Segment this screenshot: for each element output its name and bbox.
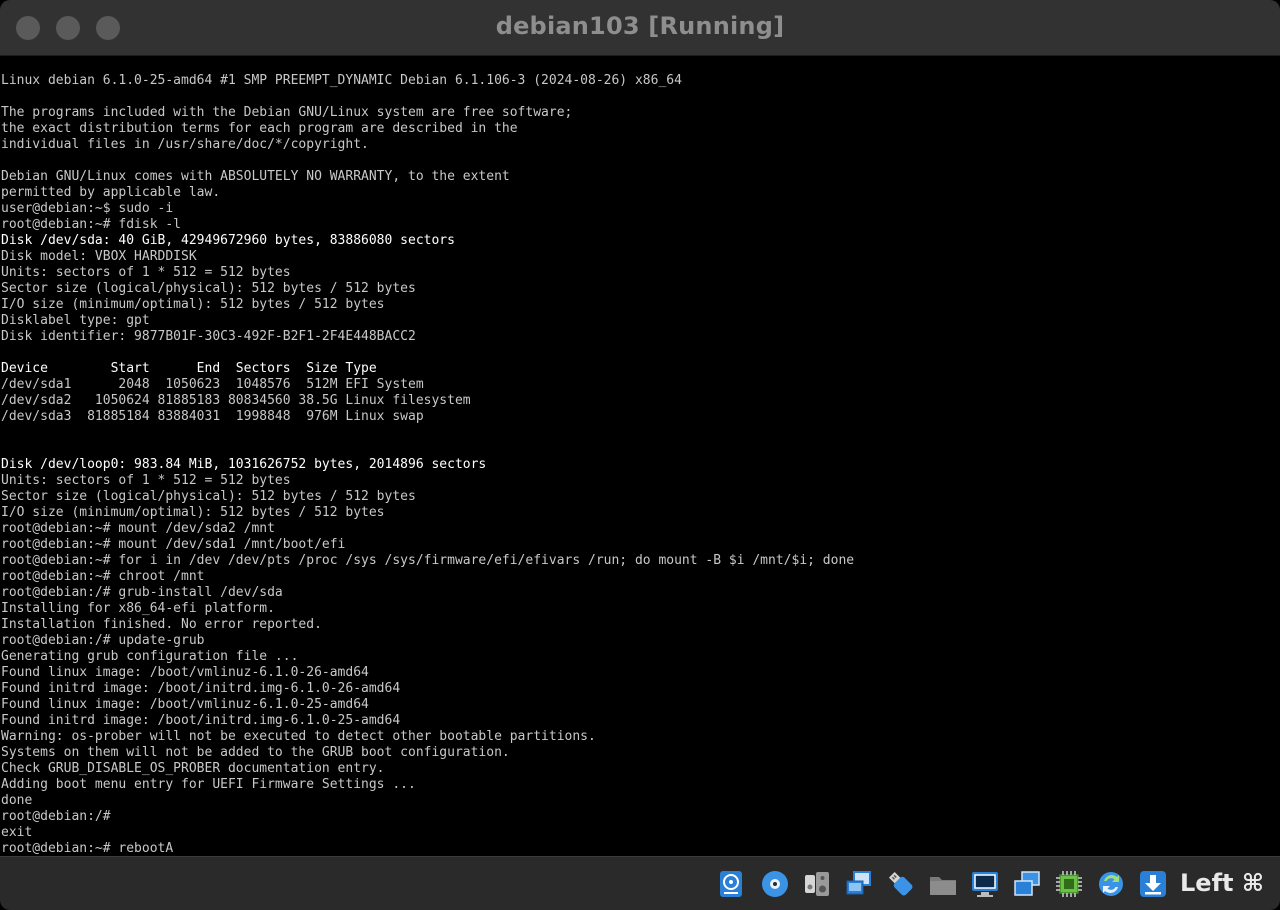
host-key-label: Left ⌘ [1180,869,1265,897]
display-icon[interactable] [970,869,1000,899]
console-line: user@debian:~$ sudo -i [1,201,174,216]
audio-icon[interactable] [802,869,832,899]
console-line: Disklabel type: gpt [1,313,150,328]
console-line: the exact distribution terms for each pr… [1,121,518,136]
shared-folders-icon[interactable] [928,869,958,899]
console-line: /dev/sda2 1050624 81885183 80834560 38.5… [1,393,471,408]
console-line: root@debian:/# [1,809,111,824]
console-line: Installation finished. No error reported… [1,617,322,632]
console-line: Disk /dev/sda: 40 GiB, 42949672960 bytes… [1,233,455,248]
console-line: root@debian:~# fdisk -l [1,217,182,232]
console-line: Found initrd image: /boot/initrd.img-6.1… [1,681,401,696]
console-line: permitted by applicable law. [1,185,221,200]
console-line: exit [1,825,33,840]
console-line: I/O size (minimum/optimal): 512 bytes / … [1,297,385,312]
vm-status-bar: Left ⌘ [0,856,1280,910]
console-line: Found linux image: /boot/vmlinuz-6.1.0-2… [1,665,369,680]
console-line: Found linux image: /boot/vmlinuz-6.1.0-2… [1,697,369,712]
console-line: Sector size (logical/physical): 512 byte… [1,489,416,504]
console-line: Disk /dev/loop0: 983.84 MiB, 1031626752 … [1,457,487,472]
console-line: root@debian:~# mount /dev/sda1 /mnt/boot… [1,537,346,552]
console-line: Systems on them will not be added to the… [1,745,510,760]
mouse-integration-icon[interactable] [1096,869,1126,899]
console-line: Units: sectors of 1 * 512 = 512 bytes [1,473,291,488]
console-line: Device Start End Sectors Size Type [1,361,377,376]
console-line: root@debian:~# chroot /mnt [1,569,205,584]
console-line: I/O size (minimum/optimal): 512 bytes / … [1,505,385,520]
usb-icon[interactable] [886,869,916,899]
console-line: The programs included with the Debian GN… [1,105,573,120]
console-line: /dev/sda1 2048 1050623 1048576 512M EFI … [1,377,424,392]
hard-disk-icon[interactable] [716,869,746,899]
console-line: Generating grub configuration file ... [1,649,299,664]
console-line: root@debian:/# grub-install /dev/sda [1,585,283,600]
console-line: Disk model: VBOX HARDDISK [1,249,197,264]
console-line: Warning: os-prober will not be executed … [1,729,596,744]
window-title: debian103 [Running] [495,12,785,40]
console-line: root@debian:/# update-grub [1,633,205,648]
cpu-icon[interactable] [1054,869,1084,899]
console-line: root@debian:~# for i in /dev /dev/pts /p… [1,553,855,568]
vm-console-screen[interactable]: Linux debian 6.1.0-25-amd64 #1 SMP PREEM… [0,56,1280,856]
console-line: Debian GNU/Linux comes with ABSOLUTELY N… [1,169,510,184]
optical-drive-icon[interactable] [760,869,790,899]
console-output: Linux debian 6.1.0-25-amd64 #1 SMP PREEM… [1,73,854,856]
console-line: root@debian:~# mount /dev/sda2 /mnt [1,521,275,536]
console-line: Disk identifier: 9877B01F-30C3-492F-B2F1… [1,329,416,344]
console-line: Found initrd image: /boot/initrd.img-6.1… [1,713,401,728]
console-line: Sector size (logical/physical): 512 byte… [1,281,416,296]
console-line: Adding boot menu entry for UEFI Firmware… [1,777,416,792]
console-line: individual files in /usr/share/doc/*/cop… [1,137,369,152]
console-line: root@debian:~# rebootA [1,841,174,856]
console-line: /dev/sda3 81885184 83884031 1998848 976M… [1,409,424,424]
console-line: Check GRUB_DISABLE_OS_PROBER documentati… [1,761,385,776]
network-icon[interactable] [844,869,874,899]
console-line: Units: sectors of 1 * 512 = 512 bytes [1,265,291,280]
recording-icon[interactable] [1012,869,1042,899]
vm-window: debian103 [Running] Linux debian 6.1.0-2… [0,0,1280,910]
title-bar[interactable]: debian103 [Running] [0,0,1280,56]
console-line: Linux debian 6.1.0-25-amd64 #1 SMP PREEM… [1,73,682,88]
console-line: Installing for x86_64-efi platform. [1,601,275,616]
download-icon[interactable] [1138,869,1168,899]
console-line: done [1,793,33,808]
